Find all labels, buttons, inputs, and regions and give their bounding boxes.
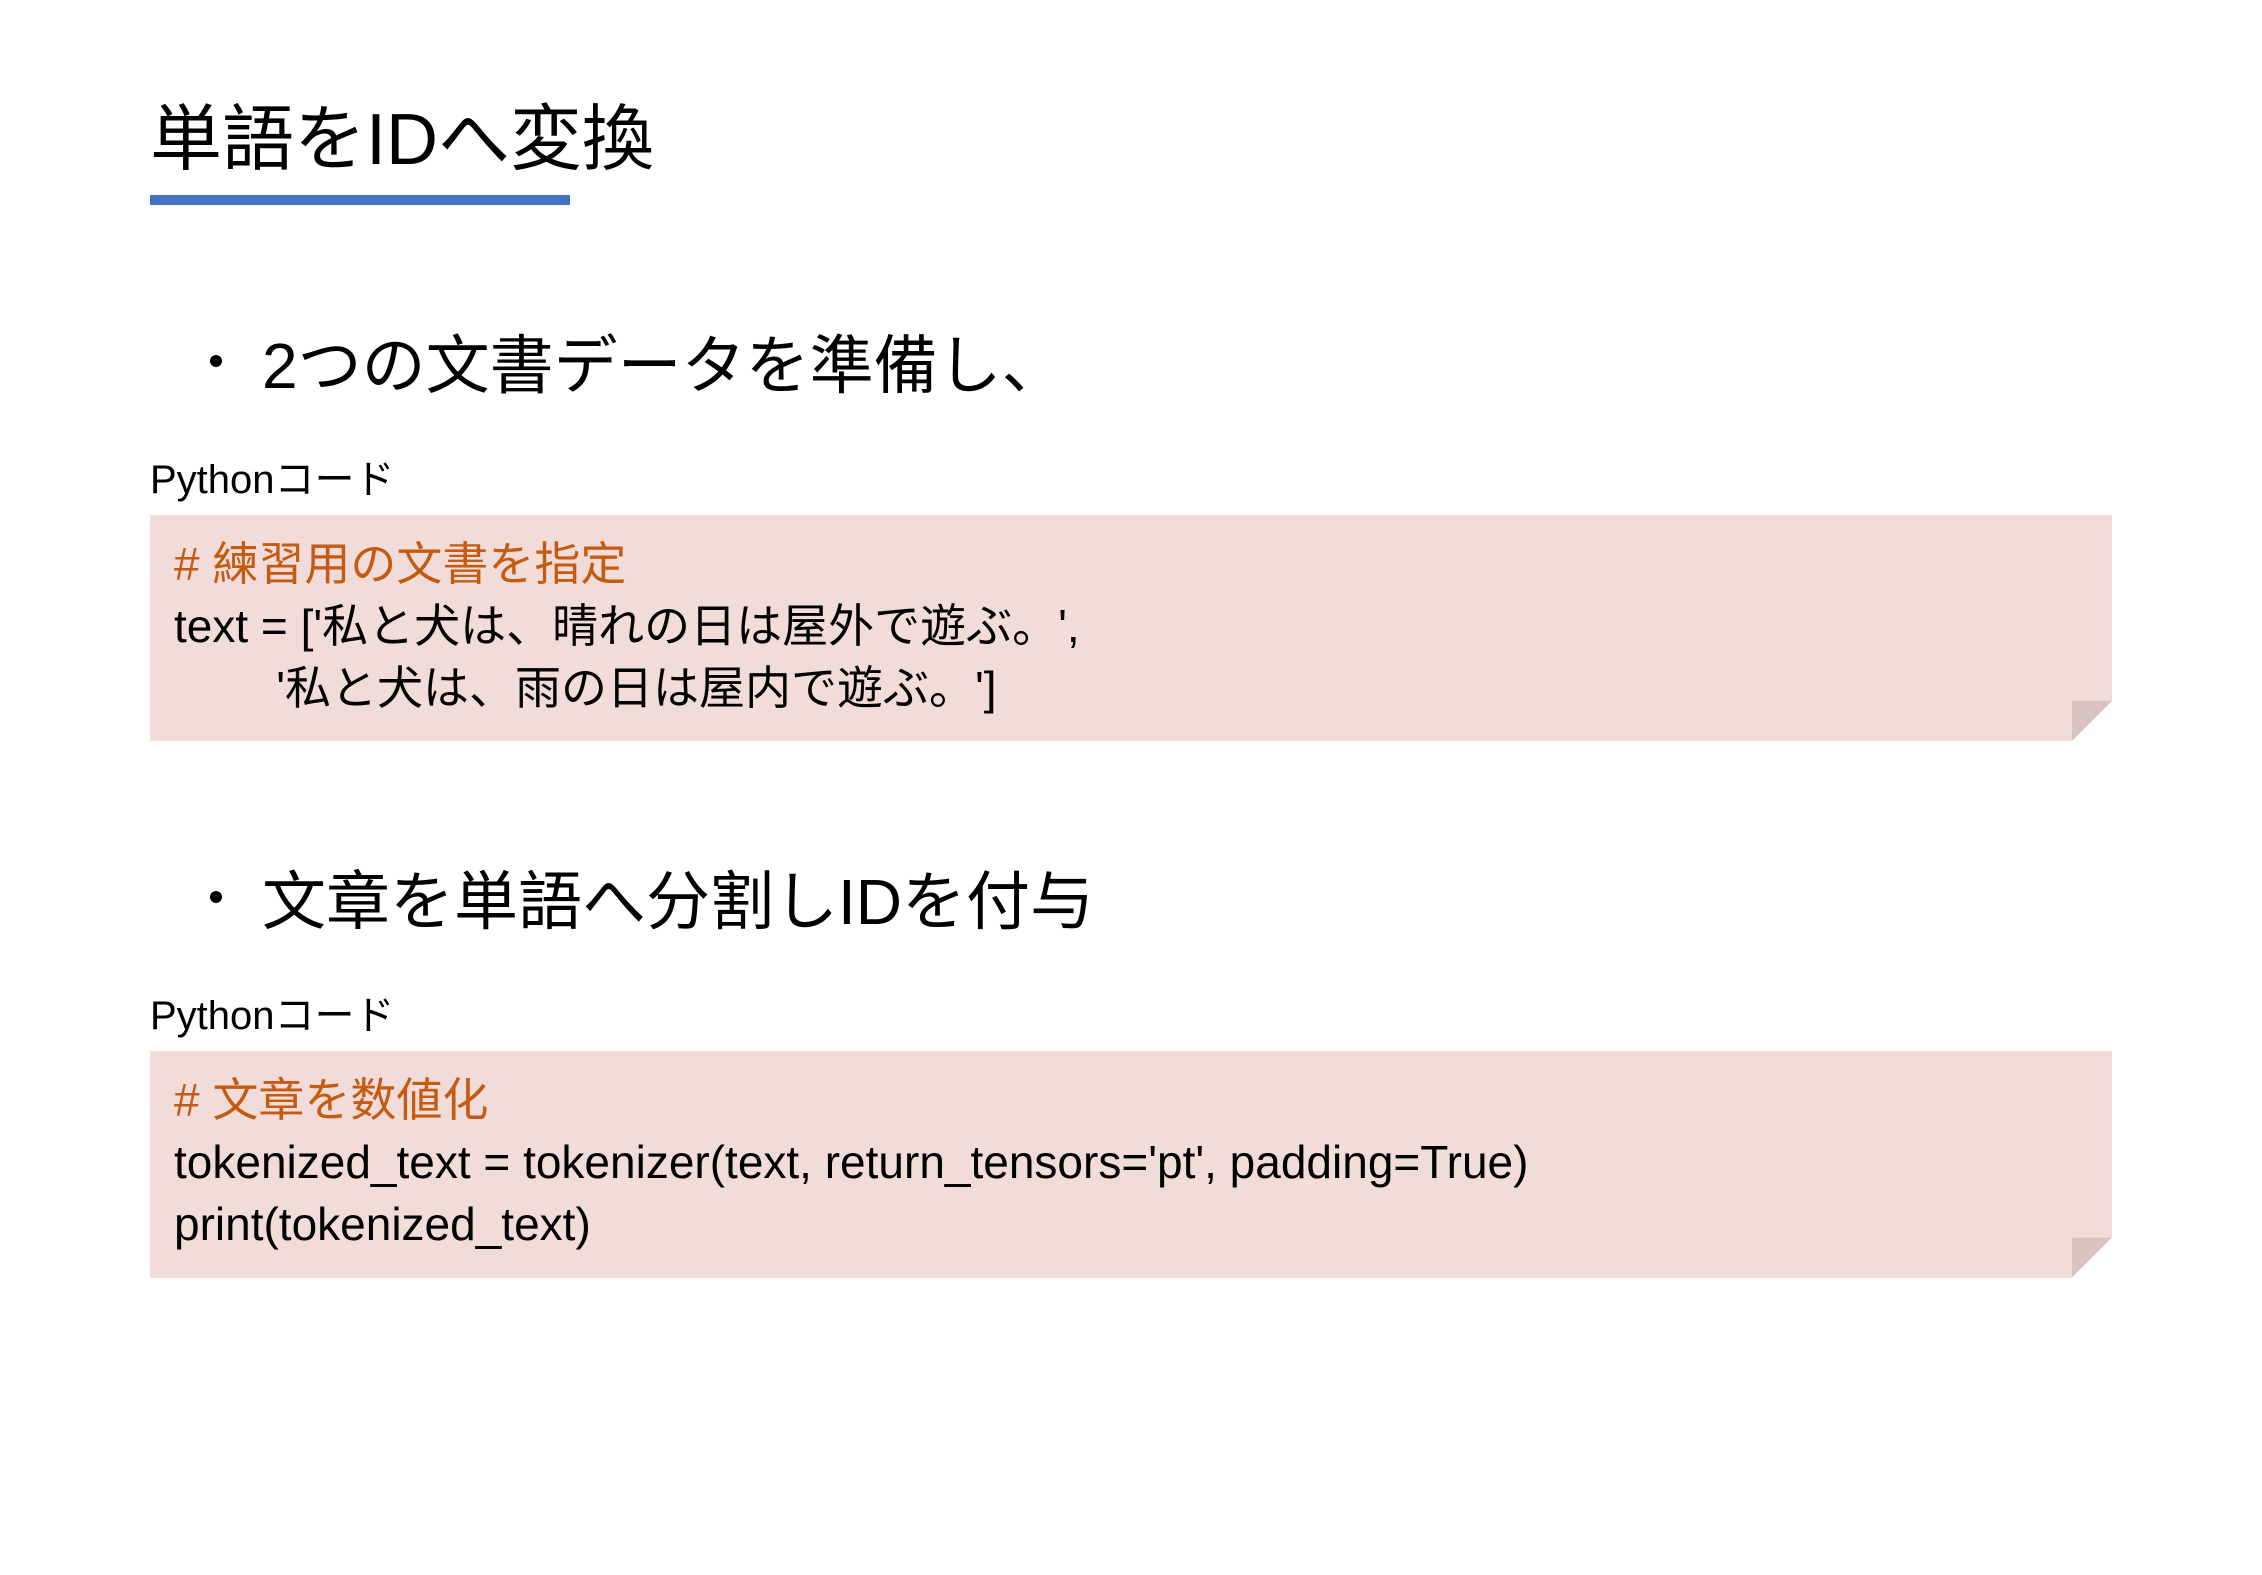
code-comment: # 文章を数値化: [174, 1069, 2088, 1131]
bullet-icon: [210, 891, 222, 903]
code-line: print(tokenized_text): [174, 1193, 2088, 1255]
code-label: Pythonコード: [150, 447, 2112, 505]
bullet-item: 2つの文書データを準備し、: [210, 315, 2112, 407]
title-underline: [150, 195, 570, 205]
code-block: # 文章を数値化 tokenized_text = tokenizer(text…: [150, 1051, 2112, 1277]
page-curl-mask: [2072, 1238, 2112, 1278]
code-line: tokenized_text = tokenizer(text, return_…: [174, 1131, 2088, 1193]
slide-title: 単語をIDへ変換: [150, 80, 2112, 185]
code-block: # 練習用の文書を指定 text = ['私と犬は、晴れの日は屋外で遊ぶ。', …: [150, 515, 2112, 741]
bullet-icon: [210, 355, 222, 367]
code-line: text = ['私と犬は、晴れの日は屋外で遊ぶ。',: [174, 595, 2088, 657]
bullet-text: 2つの文書データを準備し、: [262, 315, 1066, 407]
slide: 単語をIDへ変換 2つの文書データを準備し、 Pythonコード # 練習用の文…: [0, 0, 2262, 1575]
page-curl-mask: [2072, 701, 2112, 741]
bullet-item: 文章を単語へ分割しIDを付与: [210, 851, 2112, 943]
bullet-text: 文章を単語へ分割しIDを付与: [262, 851, 1094, 943]
code-line: '私と犬は、雨の日は屋内で遊ぶ。']: [174, 657, 2088, 719]
code-label: Pythonコード: [150, 983, 2112, 1041]
code-comment: # 練習用の文書を指定: [174, 533, 2088, 595]
